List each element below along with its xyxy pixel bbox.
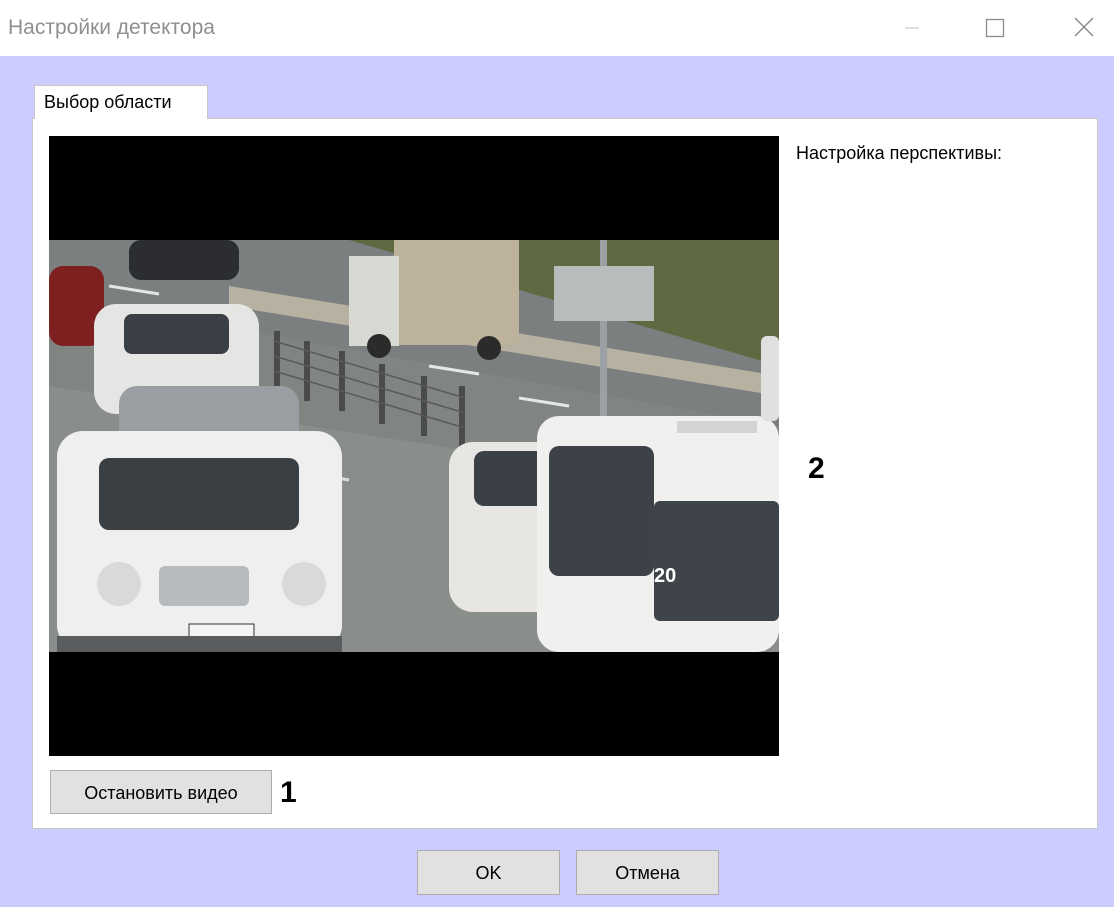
callout-1: 1 <box>280 776 297 809</box>
close-icon[interactable] <box>1062 8 1106 48</box>
traffic-camera-frame: 20 <box>49 240 779 652</box>
tab-area-selection[interactable]: Выбор области <box>34 85 208 119</box>
ok-button[interactable]: OK <box>417 850 560 895</box>
minimize-icon[interactable] <box>890 8 934 48</box>
stop-video-button[interactable]: Остановить видео <box>50 770 272 814</box>
tab-label: Выбор области <box>44 92 172 112</box>
bus-route-number: 20 <box>654 565 676 587</box>
title-bar: Настройки детектора <box>0 0 1114 56</box>
window-title: Настройки детектора <box>8 16 215 39</box>
video-preview[interactable]: 20 <box>49 136 779 756</box>
cancel-button[interactable]: Отмена <box>576 850 719 895</box>
callout-2: 2 <box>808 452 825 485</box>
perspective-settings-label: Настройка перспективы: <box>796 143 1003 163</box>
maximize-icon[interactable] <box>972 8 1016 48</box>
